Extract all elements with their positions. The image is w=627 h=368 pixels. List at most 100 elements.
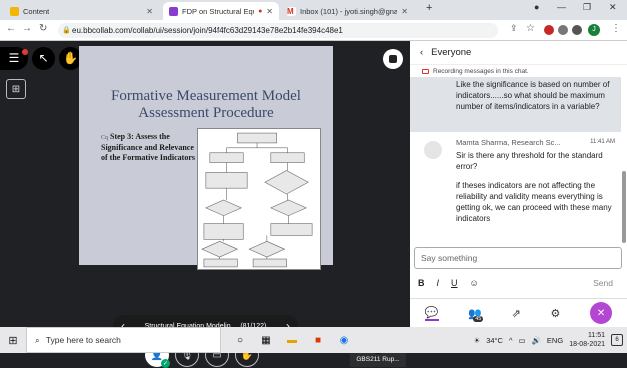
file-explorer-icon[interactable]: ▬ <box>279 327 305 353</box>
notification-badge <box>22 48 28 55</box>
chat-header: ‹ Everyone <box>410 41 627 65</box>
close-icon[interactable]: ✕ <box>146 7 153 16</box>
send-button[interactable]: Send <box>593 278 613 288</box>
chat-message: Mamta Sharma, Research Sc... 11:41 AM Si… <box>410 137 621 232</box>
system-tray: ☀ 34°C ^ ▭ 🔊 ENG 11:51 18-08-2021 6 <box>473 327 623 353</box>
chat-message-meta: Mamta Sharma, Research Sc... 11:41 AM <box>456 137 615 148</box>
collab-tab-icon <box>169 6 178 16</box>
chat-message-text: if theses indicators are not affecting t… <box>456 181 612 223</box>
network-icon[interactable]: ▭ <box>518 336 525 345</box>
windows-start-icon[interactable]: ⊞ <box>0 327 26 353</box>
chat-icon[interactable]: 💬 <box>424 306 439 321</box>
recording-notice: Recording messages in this chat. <box>410 65 627 77</box>
presentation-stage: ☰ ↖ ✋ ✎ □ T 🗑 ⊞ Formative Measurement Mo… <box>0 41 410 368</box>
slide-title: Formative Measurement Model Assessment P… <box>111 88 301 121</box>
avatar <box>424 141 442 159</box>
window-close-button[interactable]: ✕ <box>609 2 617 13</box>
close-icon[interactable]: ✕ <box>266 7 273 16</box>
url-text: eu.bbcollab.com/collab/ui/session/join/9… <box>72 26 343 35</box>
task-view-icon[interactable]: ▦ <box>253 327 279 353</box>
clock-time: 11:51 <box>588 332 605 339</box>
chat-input-placeholder: Say something <box>421 253 478 263</box>
underline-button[interactable]: U <box>451 278 458 288</box>
weather-icon: ☀ <box>473 335 481 345</box>
address-bar: ← → ↻ 🔒 eu.bbcollab.com/collab/ui/sessio… <box>0 20 627 41</box>
slide-step: Cq Step 3: Assess the Significance and Re… <box>101 132 201 163</box>
cortana-icon[interactable]: ○ <box>227 327 253 353</box>
share-icon[interactable]: ⇪ <box>510 23 518 34</box>
settings-icon[interactable]: ⚙ <box>551 307 561 320</box>
notification-center-icon[interactable]: 6 <box>611 334 623 346</box>
extension-icon[interactable] <box>558 25 568 35</box>
tab-search-icon[interactable]: ● <box>534 2 539 12</box>
chat-message: Like the significance is based on number… <box>410 77 621 132</box>
bullet-marker: Cq <box>101 135 109 141</box>
session-menu-button[interactable]: ☰ <box>0 46 28 70</box>
chat-message-text: Sir is there any threshold for the stand… <box>456 151 603 171</box>
slide-step-text: Step 3: Assess the Significance and Rele… <box>101 132 195 162</box>
attendee-count: 45 <box>473 315 484 322</box>
chat-message-text: Like the significance is based on number… <box>456 80 610 111</box>
message-time: 11:41 AM <box>590 139 615 145</box>
star-icon[interactable]: ☆ <box>526 23 535 34</box>
url-field[interactable]: 🔒 eu.bbcollab.com/collab/ui/session/join… <box>58 23 498 38</box>
recording-icon <box>422 68 429 74</box>
tab-fdp[interactable]: FDP on Structural Equation M ● ✕ <box>163 2 279 20</box>
pointer-tool-icon[interactable]: ↖ <box>32 46 55 70</box>
recording-dot-icon: ● <box>258 7 263 15</box>
chat-title: Everyone <box>431 47 472 58</box>
italic-button[interactable]: I <box>437 278 440 288</box>
chat-scrollbar[interactable] <box>622 171 626 243</box>
office-icon[interactable]: ■ <box>305 327 331 353</box>
emoji-button[interactable]: ☺ <box>470 278 479 288</box>
clock-date: 18-08-2021 <box>569 341 605 348</box>
search-icon: ⌕ <box>35 334 40 345</box>
share-content-icon[interactable]: ⇗ <box>512 307 521 320</box>
volume-icon[interactable]: 🔊 <box>532 336 541 345</box>
shared-slide: Formative Measurement Model Assessment P… <box>79 46 333 270</box>
attendees-icon[interactable]: 👥 45 <box>468 307 484 322</box>
flowchart-diagram <box>197 128 321 270</box>
back-icon[interactable]: ← <box>6 23 16 34</box>
collab-panel-nav: 💬 👥 45 ⇗ ⚙ ✕ <box>410 298 627 327</box>
forward-icon[interactable]: → <box>22 23 32 34</box>
tab-inbox[interactable]: M Inbox (101) - jyoti.singh@gnaun ✕ <box>281 2 414 20</box>
profile-avatar[interactable]: J <box>588 24 600 36</box>
gmail-icon: M <box>287 6 296 16</box>
tab-bar: Content ✕ FDP on Structural Equation M ●… <box>0 0 627 20</box>
participant-name: GBS211 Rup... <box>356 356 400 363</box>
chat-input[interactable]: Say something <box>414 247 622 269</box>
back-chevron-icon[interactable]: ‹ <box>420 47 423 58</box>
search-placeholder: Type here to search <box>45 335 121 345</box>
close-icon[interactable]: ✕ <box>401 7 408 16</box>
lock-icon: 🔒 <box>62 27 71 34</box>
extension-shield-icon[interactable] <box>544 25 554 35</box>
tab-label: Inbox (101) - jyoti.singh@gnaun <box>300 6 398 16</box>
chrome-icon[interactable]: ◉ <box>331 327 357 353</box>
minimize-button[interactable]: — <box>557 2 566 12</box>
reload-icon[interactable]: ↻ <box>39 23 47 34</box>
language-indicator[interactable]: ENG <box>547 336 563 345</box>
more-icon[interactable]: ⋮ <box>611 23 621 34</box>
status-check-icon: ✓ <box>161 359 170 368</box>
content-tab-icon <box>10 6 19 16</box>
recording-note-text: Recording messages in this chat. <box>433 67 529 75</box>
new-tab-button[interactable]: + <box>426 2 432 14</box>
format-toolbar: B I U ☺ Send <box>410 275 627 291</box>
taskbar-search[interactable]: ⌕ Type here to search <box>26 327 221 353</box>
chevron-up-icon[interactable]: ^ <box>509 336 513 345</box>
taskbar: ⊞ ⌕ Type here to search ○ ▦ ▬ ■ ◉ ☀ 34°C… <box>0 327 627 353</box>
tab-content[interactable]: Content ✕ <box>4 2 159 20</box>
temperature: 34°C <box>486 335 503 345</box>
tab-label: FDP on Structural Equation M <box>182 6 254 16</box>
puzzle-icon[interactable] <box>572 25 582 35</box>
chat-panel: ‹ Everyone Recording messages in this ch… <box>410 41 627 327</box>
clock[interactable]: 11:51 18-08-2021 <box>569 331 605 349</box>
restore-button[interactable]: ❐ <box>583 2 591 13</box>
close-panel-button[interactable]: ✕ <box>590 302 613 324</box>
stop-share-button[interactable] <box>383 49 403 69</box>
view-selector-icon[interactable]: ⊞ <box>6 79 26 99</box>
message-author: Mamta Sharma, Research Sc... <box>456 138 561 147</box>
bold-button[interactable]: B <box>418 278 425 288</box>
tab-label: Content <box>23 6 50 16</box>
